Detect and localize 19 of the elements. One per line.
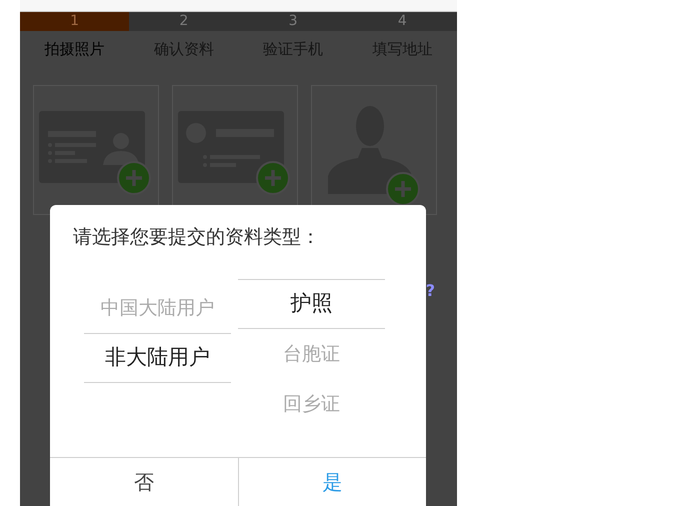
step-indicator: 1 [20, 12, 130, 31]
upload-card[interactable] [311, 85, 437, 215]
picker-option[interactable]: 台胞证 [238, 329, 385, 379]
cancel-button[interactable]: 否 [50, 458, 238, 506]
add-icon[interactable] [386, 172, 420, 206]
id-card-icon [178, 111, 284, 183]
dialog-title: 请选择您要提交的资料类型： [72, 225, 321, 250]
picker-option[interactable]: 回乡证 [238, 379, 385, 429]
step-indicator: 4 [348, 12, 457, 31]
picker-option[interactable]: 护照 [238, 279, 385, 329]
picker-option[interactable]: 非大陆用户 [84, 333, 231, 383]
step-tab[interactable]: 拍摄照片 [20, 38, 130, 60]
step-indicator: 2 [129, 12, 238, 31]
picker-option[interactable]: 中国大陆用户 [84, 283, 231, 333]
confirm-button[interactable]: 是 [238, 458, 426, 506]
upload-card[interactable] [33, 85, 159, 215]
help-link[interactable]: ? [426, 279, 435, 303]
step-indicator: 3 [238, 12, 348, 31]
id-card-icon [39, 111, 145, 183]
